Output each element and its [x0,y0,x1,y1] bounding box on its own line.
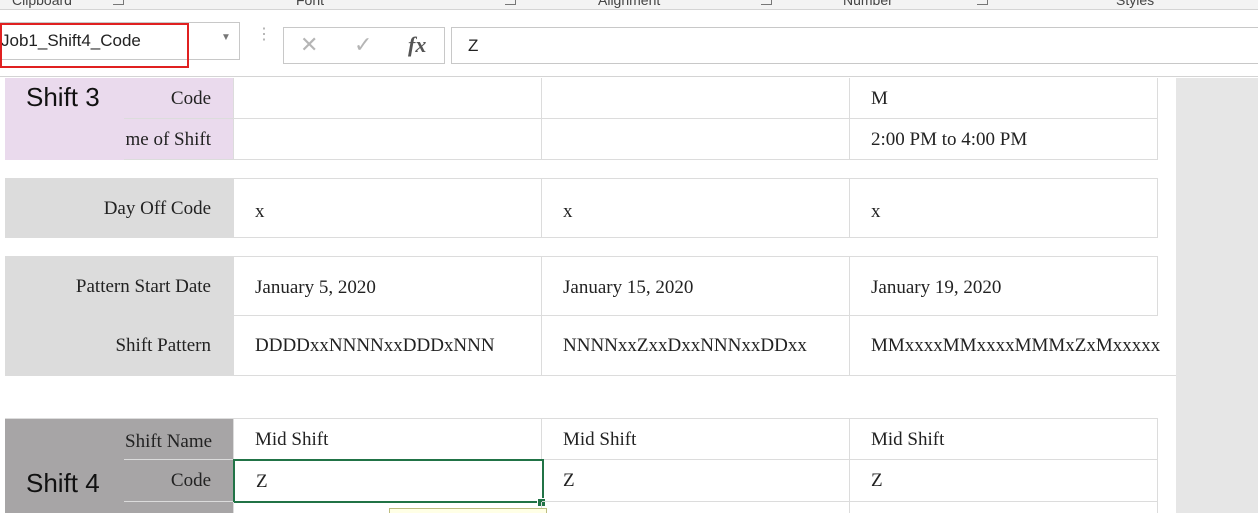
pattern-start-cell-1[interactable]: January 5, 2020 [234,256,542,316]
formula-value: Z [468,36,479,55]
alignment-launcher-icon[interactable] [761,0,772,5]
shift3-time-cell-1[interactable] [234,119,542,160]
ribbon-group-font: Font [296,0,325,8]
shift4-code-cell-3[interactable]: Z [850,460,1158,502]
shift3-code-cell-3[interactable]: M [850,78,1158,119]
shift-pattern-label[interactable]: Shift Pattern [5,316,234,376]
shift4-code-cell-2[interactable]: Z [542,460,850,502]
shift4-name-label[interactable]: Shift Name [124,418,234,460]
shift-pattern-cell-3[interactable]: MMxxxxMMxxxxMMMxZxMxxxxx [850,316,1176,376]
formula-buttons: ✕ ✓ fx [283,27,445,64]
drag-handle-icon[interactable]: ⋮ [256,27,272,43]
ribbon-group-styles: Styles [1116,0,1155,8]
shift3-code-cell-1[interactable] [234,78,542,119]
shift4-next-cell-2[interactable] [542,502,850,513]
chevron-down-icon[interactable]: ▼ [221,32,231,43]
formula-input[interactable]: Z [451,27,1258,64]
insert-function-button[interactable]: fx [408,32,426,58]
shift-pattern-cell-2[interactable]: NNNNxxZxxDxxNNNxxDDxx [542,316,850,376]
shift4-name-cell-1[interactable]: Mid Shift [234,418,542,460]
shift-pattern-cell-1[interactable]: DDDDxxNNNNxxDDDxNNN [234,316,542,376]
ribbon-group-alignment: Alignment [598,0,661,8]
ribbon-group-number: Number [843,0,893,8]
shift3-title-cell[interactable]: Shift 3 [5,78,124,160]
shift4-name-cell-3[interactable]: Mid Shift [850,418,1158,460]
ribbon-group-clipboard: Clipboard [12,0,72,8]
input-message-tooltip [389,508,547,513]
clipboard-launcher-icon[interactable] [113,0,124,5]
number-launcher-icon[interactable] [977,0,988,5]
check-icon[interactable]: ✓ [354,32,372,58]
shift3-code-cell-2[interactable] [542,78,850,119]
day-off-cell-3[interactable]: x [850,178,1158,238]
shift4-code-label[interactable]: Code [124,460,234,502]
shift4-code-cell-1[interactable]: Z [233,459,544,503]
shift3-time-label[interactable]: me of Shift [124,119,234,160]
name-box-highlight [0,23,189,68]
day-off-cell-1[interactable]: x [234,178,542,238]
shift4-title: Shift 4 [26,468,100,498]
day-off-label[interactable]: Day Off Code [5,178,234,238]
shift3-title: Shift 3 [26,82,100,112]
ribbon-group-labels: Clipboard Font Alignment Number Styles [0,0,1258,10]
pattern-start-label[interactable]: Pattern Start Date [5,256,234,316]
pattern-start-cell-3[interactable]: January 19, 2020 [850,256,1158,316]
grid-right-margin [1176,78,1258,513]
shift4-title-cell[interactable]: Shift 4 [5,418,124,513]
cancel-icon[interactable]: ✕ [300,32,318,58]
worksheet-grid[interactable]: Shift 3 Code M me of Shift 2:00 PM to 4:… [0,78,1176,513]
shift4-name-cell-2[interactable]: Mid Shift [542,418,850,460]
shift4-next-cell-3[interactable] [850,502,1158,513]
shift3-time-cell-2[interactable] [542,119,850,160]
shift3-code-label[interactable]: Code [124,78,234,119]
pattern-start-cell-2[interactable]: January 15, 2020 [542,256,850,316]
font-launcher-icon[interactable] [505,0,516,5]
shift4-next-label[interactable] [124,502,234,513]
day-off-cell-2[interactable]: x [542,178,850,238]
formula-bar: Job1_Shift4_Code ▼ ⋮ ✕ ✓ fx Z [0,10,1258,77]
shift3-time-cell-3[interactable]: 2:00 PM to 4:00 PM [850,119,1158,160]
